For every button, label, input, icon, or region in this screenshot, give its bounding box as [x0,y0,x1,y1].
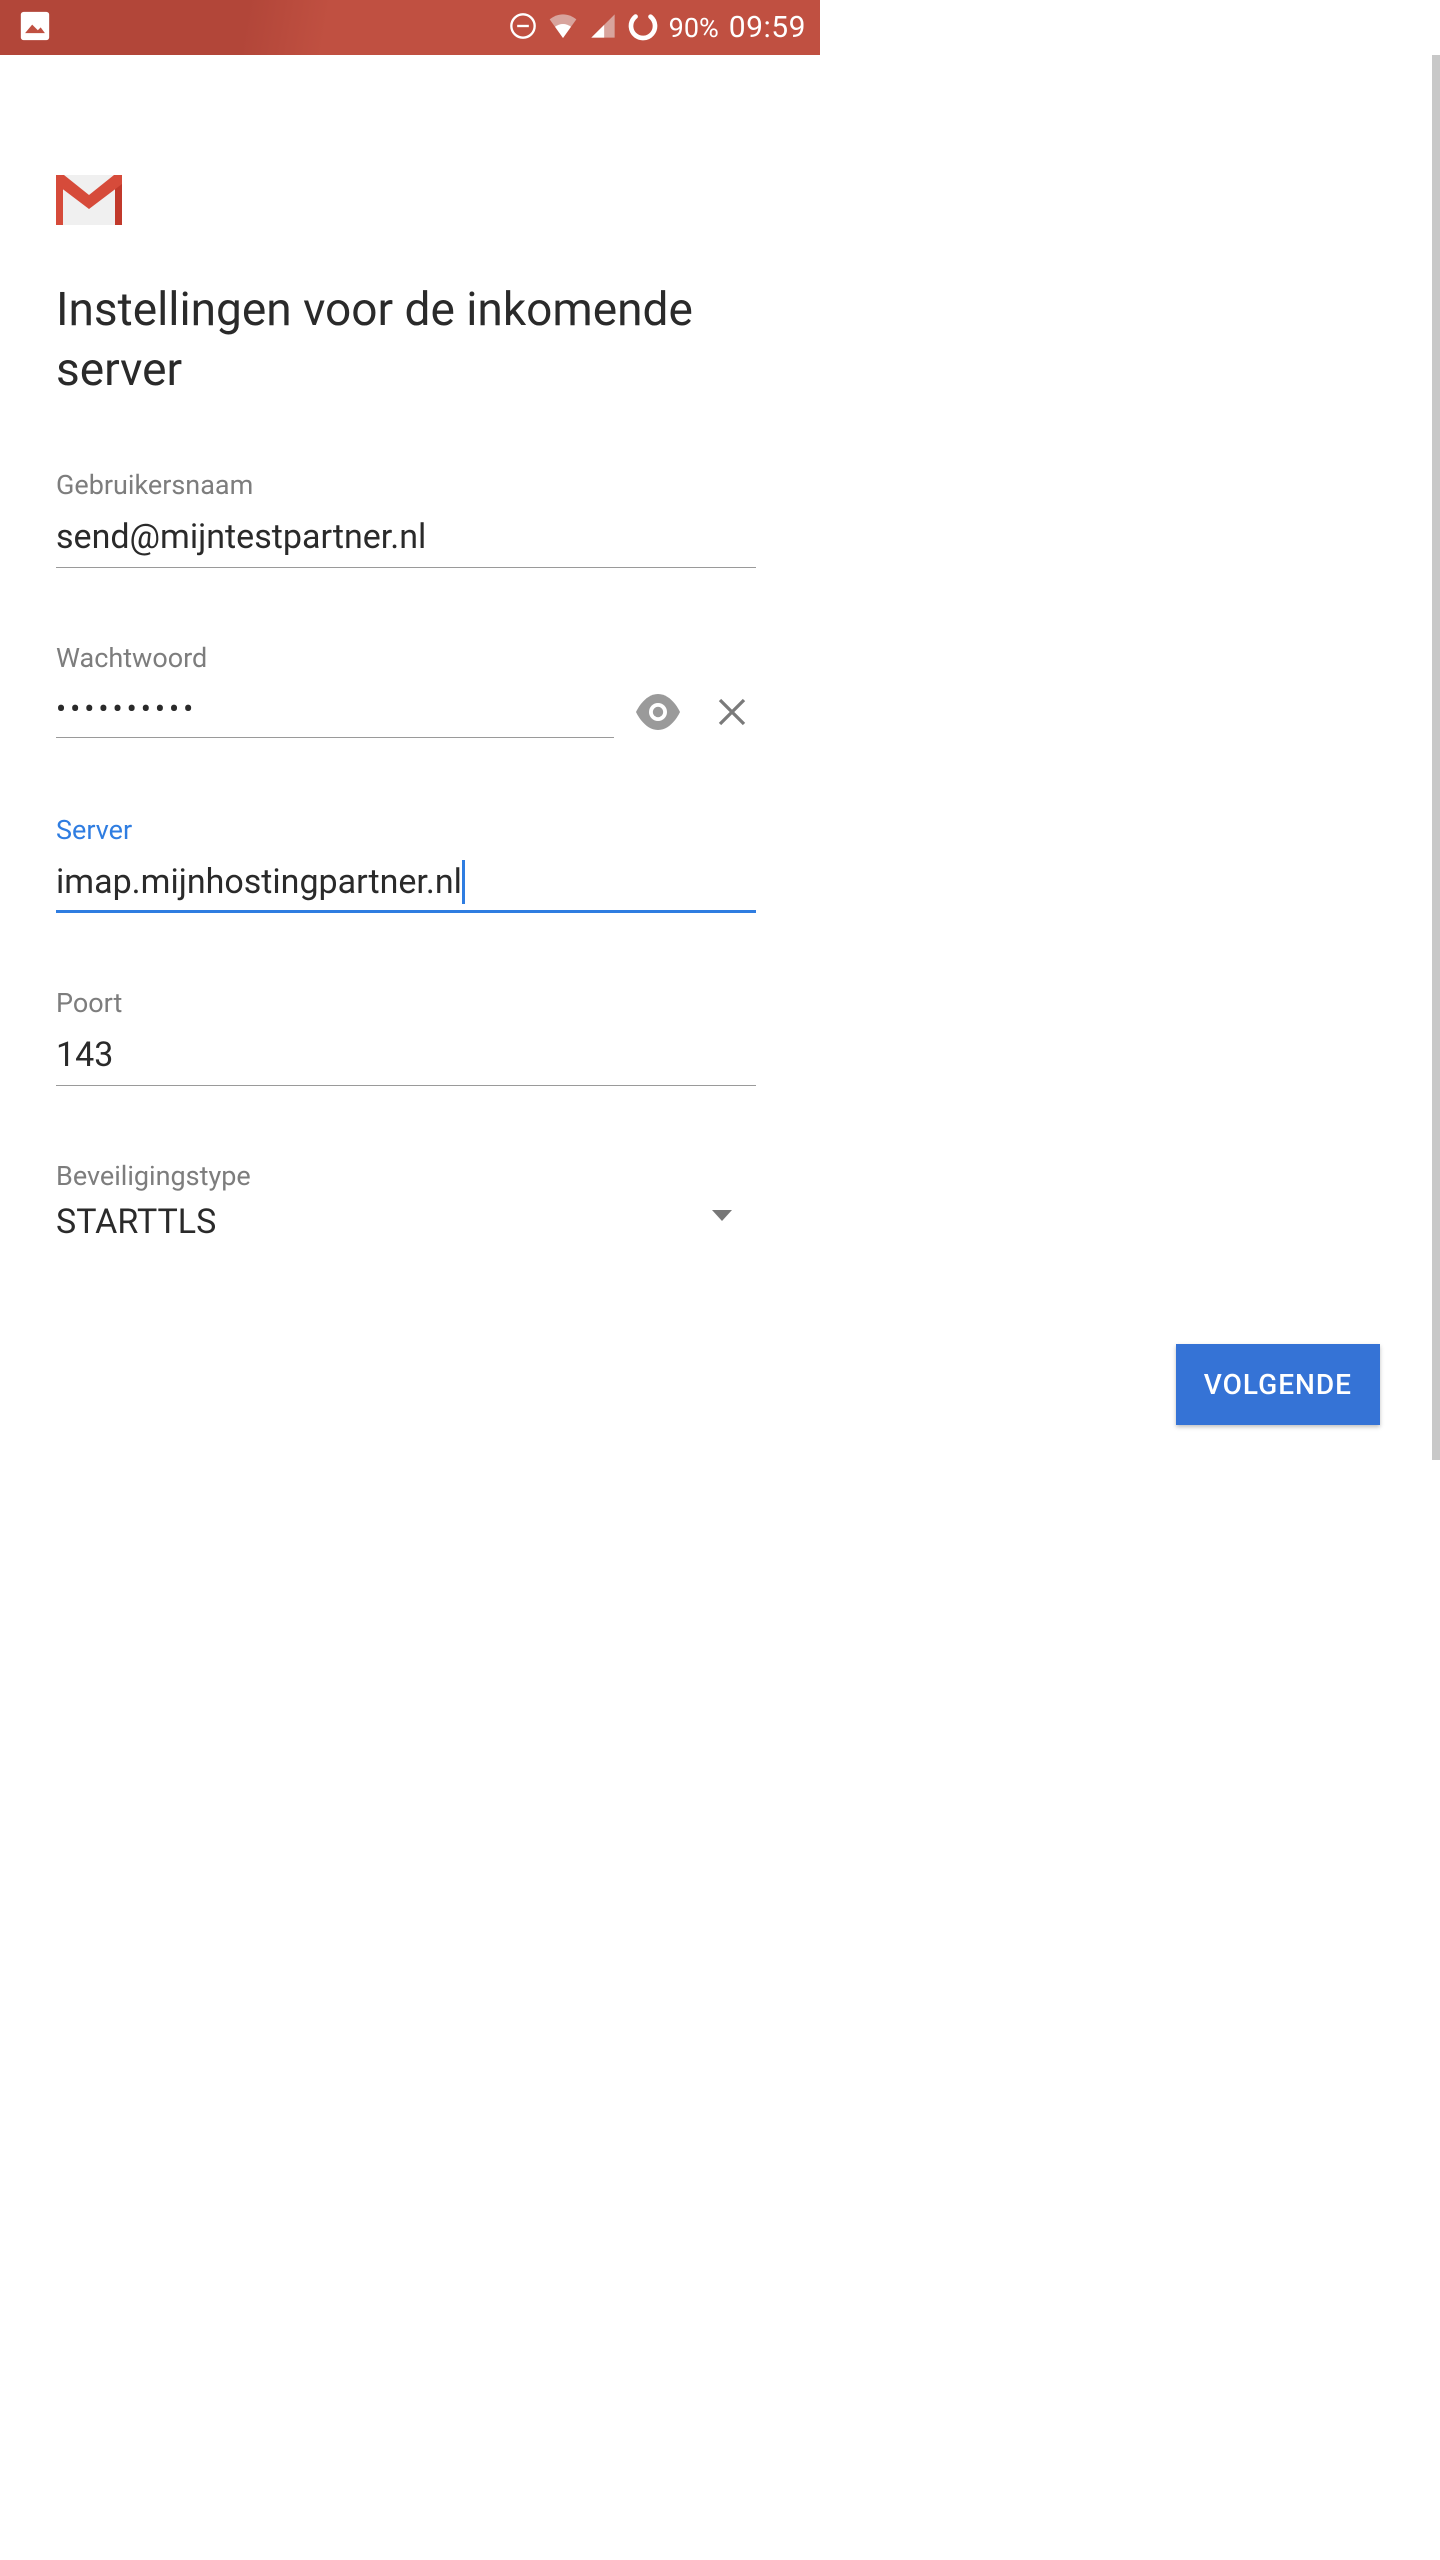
security-value: STARTTLS [56,1202,216,1242]
password-input[interactable] [56,686,614,738]
dnd-icon [509,12,537,44]
text-caret [462,860,465,904]
username-input[interactable] [56,511,756,568]
battery-percentage: 90% [669,12,719,44]
server-field: Server [56,814,756,914]
gmail-icon [56,175,756,229]
server-label: Server [56,814,756,846]
clock: 09:59 [729,10,806,45]
eye-icon [634,694,682,730]
close-icon [714,694,750,730]
port-field: Poort [56,987,756,1086]
password-label: Wachtwoord [56,642,756,674]
clear-password-button[interactable] [708,688,756,736]
chevron-down-icon [712,1210,732,1221]
page-title: Instellingen voor de inkomende server [56,281,756,401]
loading-icon [627,10,659,46]
security-select[interactable]: STARTTLS [56,1202,756,1242]
cell-icon [589,12,617,44]
next-button[interactable]: VOLGENDE [1176,1344,1380,1425]
main-content: Instellingen voor de inkomende server Ge… [0,55,812,1242]
username-field: Gebruikersnaam [56,469,756,568]
security-label: Beveiligingstype [56,1160,756,1192]
wifi-icon [547,10,579,46]
password-field: Wachtwoord [56,642,756,740]
gallery-icon [18,9,52,47]
username-label: Gebruikersnaam [56,469,756,501]
status-bar: 90% 09:59 [0,0,820,55]
port-label: Poort [56,987,756,1019]
show-password-button[interactable] [630,684,686,740]
server-input[interactable] [56,856,756,914]
port-input[interactable] [56,1029,756,1086]
security-field: Beveiligingstype STARTTLS [56,1160,756,1242]
